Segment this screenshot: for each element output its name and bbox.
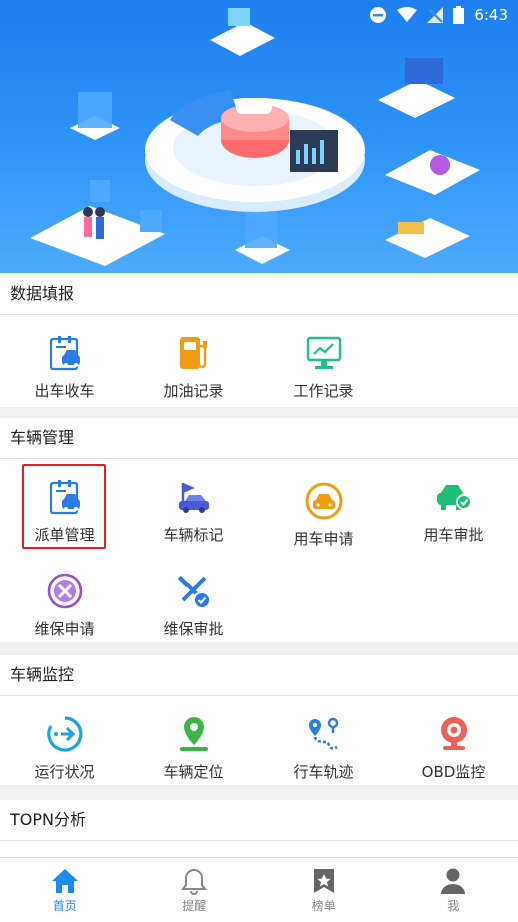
car-circle-icon	[304, 481, 344, 521]
tab-label: 我	[447, 897, 459, 914]
home-icon	[51, 867, 79, 895]
menu-item-label: 行车轨迹	[293, 761, 353, 782]
tab-reminders[interactable]: 提醒	[130, 858, 260, 922]
menu-item-maintenance-approval[interactable]: 维保审批	[129, 571, 258, 639]
route-icon	[304, 714, 344, 754]
menu-item-vehicle-request[interactable]: 用车申请	[259, 481, 388, 549]
bell-icon	[181, 867, 207, 895]
menu-item-label: 用车申请	[293, 528, 353, 549]
menu-item-fuel-record[interactable]: 加油记录	[129, 333, 258, 401]
do-not-disturb-icon	[369, 6, 387, 24]
car-check-icon	[434, 477, 474, 517]
flag-car-icon	[174, 477, 214, 517]
menu-item-vehicle-marking[interactable]: 车辆标记	[129, 477, 258, 545]
menu-item-label: 维保申请	[34, 618, 94, 639]
menu-item-obd-monitoring[interactable]: OBD监控	[389, 714, 518, 782]
section-data-entry: 数据填报 出车收车 加油记录 工作记录	[0, 274, 518, 407]
status-bar: 6:43	[0, 0, 518, 30]
menu-item-label: 用车审批	[423, 524, 483, 545]
tab-label: 首页	[53, 897, 77, 914]
section-title: 数据填报	[0, 274, 518, 315]
selection-highlight	[22, 464, 106, 549]
section-title: 车辆监控	[0, 655, 518, 696]
menu-item-label: 车辆标记	[163, 524, 223, 545]
tab-home[interactable]: 首页	[0, 858, 130, 922]
menu-item-label: 工作记录	[293, 380, 353, 401]
section-vehicle-monitoring: 车辆监控 运行状况 车辆定位 行车轨迹 OBD监控	[0, 655, 518, 785]
tab-label: 提醒	[182, 897, 206, 914]
menu-item-label: OBD监控	[422, 761, 486, 782]
menu-item-work-record[interactable]: 工作记录	[259, 333, 388, 401]
section-title: TOPN分析	[0, 800, 518, 841]
section-title: 车辆管理	[0, 418, 518, 459]
no-signal-icon	[427, 7, 443, 23]
user-icon	[439, 867, 467, 895]
wrench-circle-icon	[45, 571, 85, 611]
section-topn-analysis: TOPN分析	[0, 800, 518, 857]
menu-item-label: 加油记录	[163, 380, 223, 401]
bottom-tab-bar: 首页 提醒 榜单 我	[0, 857, 518, 922]
menu-item-driving-track[interactable]: 行车轨迹	[259, 714, 388, 782]
wifi-icon	[397, 7, 417, 23]
webcam-icon	[434, 714, 474, 754]
menu-item-label: 车辆定位	[163, 761, 223, 782]
menu-item-running-status[interactable]: 运行状况	[0, 714, 129, 782]
monitor-chart-icon	[304, 333, 344, 373]
menu-item-label: 维保审批	[163, 618, 223, 639]
map-pin-icon	[174, 714, 214, 754]
menu-item-dispatch-checkin[interactable]: 出车收车	[0, 333, 129, 401]
menu-item-label: 运行状况	[34, 761, 94, 782]
circle-arrow-icon	[45, 714, 85, 754]
tab-me[interactable]: 我	[389, 858, 518, 922]
fuel-pump-icon	[174, 333, 214, 373]
menu-item-vehicle-location[interactable]: 车辆定位	[129, 714, 258, 782]
star-bookmark-icon	[311, 867, 337, 895]
menu-item-label: 出车收车	[34, 380, 94, 401]
menu-item-maintenance-request[interactable]: 维保申请	[0, 571, 129, 639]
status-time: 6:43	[474, 6, 508, 24]
battery-icon	[453, 6, 464, 24]
clipboard-car-icon	[45, 333, 85, 373]
menu-item-vehicle-approval[interactable]: 用车审批	[389, 477, 518, 545]
tab-label: 榜单	[312, 897, 336, 914]
banner-illustration	[0, 0, 518, 273]
tab-rankings[interactable]: 榜单	[259, 858, 389, 922]
hero-banner: 6:43	[0, 0, 518, 273]
tools-check-icon	[174, 571, 214, 611]
